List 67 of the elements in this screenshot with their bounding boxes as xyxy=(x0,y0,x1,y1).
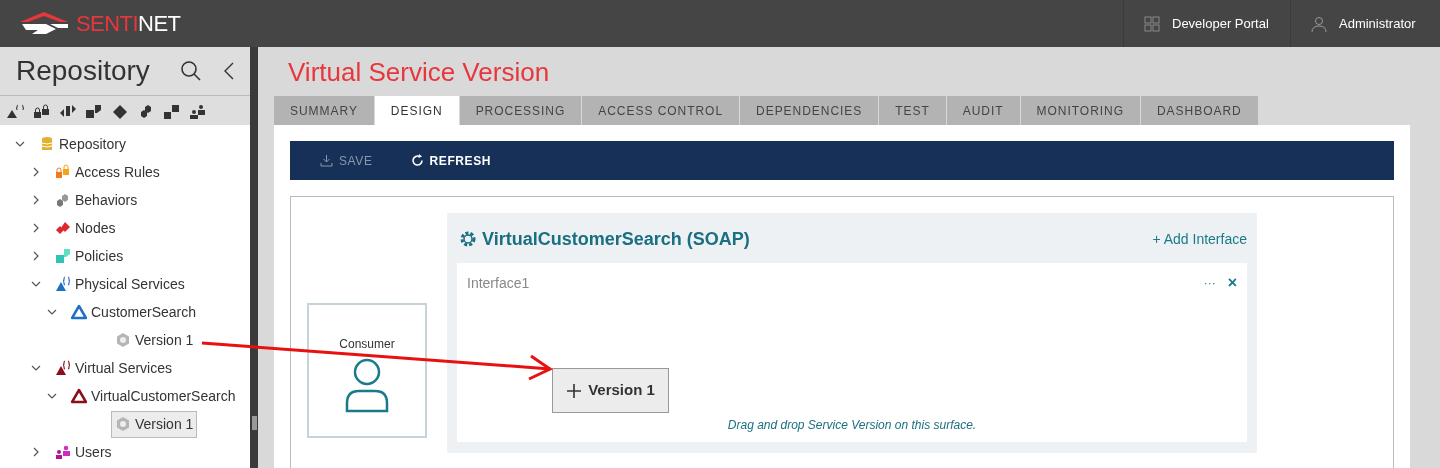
chevron-icon[interactable] xyxy=(31,447,41,457)
tree-item[interactable]: Behaviors xyxy=(51,186,142,214)
triangle-icon xyxy=(71,388,87,404)
users-icon xyxy=(55,444,71,460)
scroll-thumb[interactable] xyxy=(251,416,257,430)
tree-item[interactable]: Virtual Services xyxy=(51,354,176,382)
tab[interactable]: DEPENDENCIES xyxy=(740,96,879,125)
chevron-icon[interactable] xyxy=(31,195,41,205)
page-title: Virtual Service Version xyxy=(287,55,551,89)
download-icon xyxy=(320,154,333,167)
refresh-button[interactable]: REFRESH xyxy=(410,151,492,170)
chevron-icon[interactable] xyxy=(47,307,57,317)
refresh-icon xyxy=(410,154,424,167)
triangle-icon xyxy=(55,360,71,376)
drop-hint: Drag and drop Service Version on this surface. xyxy=(726,417,978,434)
user-icon xyxy=(1311,15,1327,32)
tree-item[interactable]: Users xyxy=(51,438,116,466)
service-title: VirtualCustomerSearch (SOAP) xyxy=(482,227,751,251)
tab[interactable]: DASHBOARD xyxy=(1141,96,1258,125)
chevron-icon[interactable] xyxy=(31,363,41,373)
tab[interactable]: TEST xyxy=(879,96,946,125)
person-icon xyxy=(343,357,391,413)
square-icon xyxy=(55,248,71,264)
lock-icon xyxy=(55,164,71,180)
diamond-icon xyxy=(55,220,71,236)
tab[interactable]: DESIGN xyxy=(374,96,459,125)
tree-item[interactable]: CustomerSearch xyxy=(67,298,201,326)
chevron-icon[interactable] xyxy=(47,391,57,401)
chevron-icon[interactable] xyxy=(31,251,41,261)
chevron-icon[interactable] xyxy=(31,279,41,289)
add-interface-link[interactable]: + Add Interface xyxy=(1152,228,1247,250)
tree-item[interactable]: VirtualCustomerSearch xyxy=(67,382,240,410)
tab[interactable]: SUMMARY xyxy=(274,96,374,125)
tree-item[interactable]: Access Rules xyxy=(51,158,164,186)
tree-item[interactable]: Nodes xyxy=(51,214,120,242)
more-button[interactable]: ··· xyxy=(1203,274,1216,292)
triangle-icon xyxy=(71,304,87,320)
close-button[interactable]: × xyxy=(1227,271,1237,295)
gear-icon xyxy=(115,416,131,432)
collapse-icon[interactable] xyxy=(224,62,234,80)
grid-icon xyxy=(1144,15,1160,32)
database-icon xyxy=(39,136,55,152)
settings-icon xyxy=(459,230,477,248)
search-icon[interactable] xyxy=(180,60,202,82)
tab[interactable]: AUDIT xyxy=(946,96,1020,125)
sidebar-title: Repository xyxy=(16,54,151,88)
tree-item[interactable]: Version 1 xyxy=(111,326,198,354)
tree-item[interactable]: Version 1 xyxy=(111,410,198,438)
users-filter-icon[interactable] xyxy=(188,102,208,119)
chevron-icon[interactable] xyxy=(31,223,41,233)
logo-text: SENTINET xyxy=(76,10,181,38)
triangle-icon xyxy=(55,276,71,292)
chevron-icon[interactable] xyxy=(31,167,41,177)
tab[interactable]: MONITORING xyxy=(1020,96,1140,125)
version-button[interactable]: Version 1 xyxy=(552,368,669,413)
tree-item[interactable]: Policies xyxy=(51,242,128,270)
tab[interactable]: ACCESS CONTROL xyxy=(582,96,740,125)
tree-item[interactable]: Repository xyxy=(35,130,130,158)
consumer-label: Consumer xyxy=(339,336,395,353)
gear-icon xyxy=(115,332,131,348)
interface-name: Interface1 xyxy=(467,273,531,293)
hexagon-icon xyxy=(55,192,71,208)
tab[interactable]: PROCESSING xyxy=(459,96,582,125)
tree-item[interactable]: Physical Services xyxy=(51,270,189,298)
plus-icon xyxy=(566,382,583,399)
lock-filter-icon[interactable] xyxy=(32,102,52,119)
chevron-icon[interactable] xyxy=(15,139,25,149)
